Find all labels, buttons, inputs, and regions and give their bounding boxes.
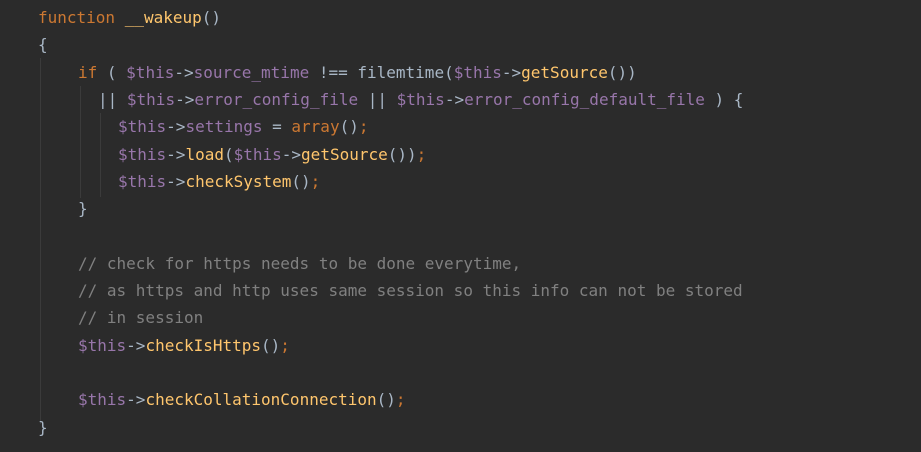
code-token: ()) <box>607 62 637 82</box>
code-token: checkIsHttps <box>145 335 262 355</box>
code-token: $this <box>126 62 175 82</box>
code-token: -> <box>444 89 465 109</box>
code-token: array <box>291 117 340 137</box>
code-line: { <box>38 31 48 58</box>
code-line: $this->checkIsHttps(); <box>78 332 290 359</box>
code-editor[interactable]: function __wakeup(){if ( $this->source_m… <box>0 0 921 452</box>
code-line: // in session <box>78 304 203 331</box>
code-token: checkCollationConnection <box>145 390 377 410</box>
code-token: = <box>262 117 292 137</box>
code-token: $this <box>78 335 127 355</box>
indent-guide-if <box>80 86 81 198</box>
code-token: $this <box>233 144 282 164</box>
code-token: ) { <box>704 89 744 109</box>
indent-guide-outer <box>40 58 41 424</box>
code-token: source_mtime <box>193 62 310 82</box>
code-token: () <box>291 171 311 191</box>
code-token: getSource <box>521 62 608 82</box>
code-token: -> <box>126 390 146 410</box>
code-token: if <box>78 62 98 82</box>
code-token: || <box>358 89 397 109</box>
code-line: $this->checkSystem(); <box>118 168 320 195</box>
code-token: () <box>339 117 359 137</box>
code-line: || $this->error_config_file || $this->er… <box>98 86 743 113</box>
code-token: -> <box>175 89 195 109</box>
code-token: load <box>185 144 224 164</box>
code-token: -> <box>174 62 194 82</box>
code-line: // as https and http uses same session s… <box>78 277 743 304</box>
code-token: -> <box>166 117 186 137</box>
code-token: ( <box>97 62 127 82</box>
code-line: if ( $this->source_mtime !== filemtime($… <box>78 59 637 86</box>
code-token: { <box>38 35 48 55</box>
code-line: } <box>78 195 88 222</box>
code-token: error_config_file <box>194 89 359 109</box>
code-token: ; <box>280 335 290 355</box>
code-token: $this <box>396 89 445 109</box>
code-token: ; <box>310 171 321 191</box>
code-token: $this <box>78 390 127 410</box>
code-token: ()) <box>387 144 417 164</box>
code-token: __wakeup <box>124 8 202 27</box>
code-token: function <box>38 8 116 27</box>
code-token: filemtime <box>357 62 445 82</box>
code-token: $this <box>126 89 176 109</box>
code-token: // in session <box>78 308 204 328</box>
indent-guide-if-body <box>100 113 101 197</box>
code-token: -> <box>166 171 186 191</box>
code-line: $this->load($this->getSource()); <box>118 141 426 168</box>
code-token: // as https and http uses same session s… <box>78 281 743 300</box>
code-token: checkSystem <box>185 171 292 191</box>
code-token: } <box>78 199 88 219</box>
code-token: -> <box>166 144 186 164</box>
code-token: settings <box>185 117 263 137</box>
code-token: () <box>376 390 396 410</box>
code-token: -> <box>126 335 146 355</box>
code-token: // check for https needs to be done ever… <box>78 253 522 273</box>
code-token: ( <box>444 62 454 82</box>
code-token: getSource <box>301 144 388 164</box>
code-line: function __wakeup() <box>38 4 221 31</box>
code-token: $this <box>453 62 502 82</box>
code-line: $this->settings = array(); <box>118 113 368 140</box>
code-token: -> <box>281 144 302 164</box>
code-token: ; <box>416 144 427 164</box>
code-token: () <box>201 8 222 27</box>
code-token: -> <box>501 62 522 82</box>
code-token: $this <box>118 171 167 191</box>
code-token: $this <box>118 117 167 137</box>
code-token: ; <box>358 117 369 137</box>
code-line: } <box>38 414 48 441</box>
code-token: } <box>38 417 48 437</box>
code-token: ; <box>395 390 406 410</box>
code-token: $this <box>118 144 167 164</box>
code-line: // check for https needs to be done ever… <box>78 250 521 277</box>
code-token: !== <box>309 62 358 82</box>
code-line: $this->checkCollationConnection(); <box>78 386 406 413</box>
code-token: ( <box>223 144 234 164</box>
code-token: () <box>261 335 281 355</box>
code-token: || <box>98 89 127 109</box>
code-token: error_config_default_file <box>464 89 705 109</box>
